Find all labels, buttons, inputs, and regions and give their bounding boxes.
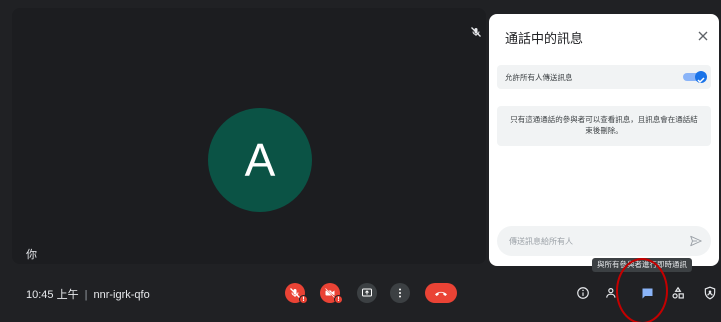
- check-icon: [697, 77, 705, 84]
- warning-badge-icon: !: [299, 295, 308, 304]
- chat-tooltip: 與所有參與者進行即時通訊: [592, 258, 692, 272]
- allow-messages-label: 允許所有人傳送訊息: [505, 73, 573, 82]
- chat-info-notice: 只有這通通話的參與者可以查看訊息，且訊息會在通話結束後刪除。: [497, 106, 711, 146]
- allow-messages-toggle[interactable]: [683, 71, 707, 84]
- mic-toggle-button[interactable]: !: [285, 283, 308, 304]
- more-options-button[interactable]: [390, 283, 410, 303]
- people-icon: [606, 288, 616, 298]
- meeting-info-separator: |: [84, 289, 88, 301]
- chat-button[interactable]: [637, 283, 657, 303]
- host-controls-button[interactable]: [700, 283, 720, 303]
- present-now-button[interactable]: [357, 283, 377, 303]
- leave-call-button[interactable]: [425, 283, 457, 303]
- info-icon: [577, 287, 589, 299]
- activities-icon: [672, 286, 684, 299]
- chat-panel: 通話中的訊息 允許所有人傳送訊息 只有這通通話的參與者可以查看訊息，且訊息會在通…: [489, 14, 719, 266]
- participant-tile: A: [12, 8, 486, 264]
- more-options-icon: [399, 288, 401, 298]
- camera-toggle-button[interactable]: !: [320, 283, 343, 304]
- warning-badge-icon: !: [334, 295, 343, 304]
- toggle-knob: [695, 71, 707, 84]
- meeting-code: nnr-igrk-qfo: [93, 289, 150, 301]
- self-name-label: 你: [26, 248, 37, 261]
- meeting-info: 10:45 上午 | nnr-igrk-qfo: [26, 286, 150, 302]
- meeting-details-button[interactable]: [573, 283, 593, 303]
- chat-message-input[interactable]: [509, 233, 679, 249]
- chat-icon: [642, 288, 652, 298]
- activities-button[interactable]: [668, 283, 688, 303]
- send-icon[interactable]: [689, 234, 703, 248]
- chat-panel-title: 通話中的訊息: [505, 32, 584, 47]
- meeting-time: 10:45 上午: [26, 289, 79, 301]
- end-call-icon: [435, 291, 447, 296]
- allow-messages-setting: 允許所有人傳送訊息: [497, 65, 711, 89]
- chat-compose: [497, 226, 711, 256]
- mic-off-icon: [471, 27, 481, 37]
- meeting-stage: A 你 通話中的訊息 允許所有人傳送訊息 只有這通通話的參與者可以查看訊息，且訊…: [0, 0, 721, 322]
- present-screen-icon: [362, 288, 372, 297]
- close-icon[interactable]: [695, 28, 711, 44]
- host-controls-icon: [704, 286, 716, 300]
- participant-avatar: A: [208, 108, 312, 212]
- people-button[interactable]: [602, 283, 622, 303]
